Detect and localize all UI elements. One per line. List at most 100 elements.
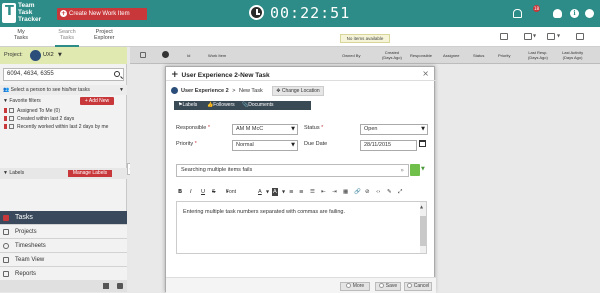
labels-action[interactable]: ⚑ Labels xyxy=(178,101,197,110)
tab-search-tasks[interactable]: Search Tasks xyxy=(55,29,79,47)
required-marker: * xyxy=(194,141,197,147)
task-subject-input[interactable]: Searching multiple items fails » xyxy=(176,164,409,177)
plus-icon: + xyxy=(60,9,67,17)
column-header[interactable]: Status xyxy=(473,53,484,58)
due-date-input[interactable]: 28/11/2015 xyxy=(360,140,417,151)
module-projects[interactable]: Projects xyxy=(0,225,127,239)
align-icon[interactable]: ☰ xyxy=(310,186,315,198)
column-header[interactable]: Created (Days Ago) xyxy=(382,50,402,60)
column-header[interactable]: Responsible xyxy=(410,53,432,58)
status-value: Open xyxy=(364,126,378,132)
tab-project-explorer[interactable]: Project Explorer xyxy=(94,29,114,41)
notes-icon[interactable] xyxy=(410,164,420,176)
module-tasks[interactable]: Tasks xyxy=(0,211,127,225)
change-location-button[interactable]: ✥ Change Location xyxy=(272,86,324,96)
module-team-view[interactable]: Team View xyxy=(0,253,127,267)
expand-icon[interactable]: » xyxy=(400,165,404,176)
cancel-button[interactable]: Cancel xyxy=(404,282,432,291)
editor-scrollbar[interactable] xyxy=(420,202,426,253)
indent-icon[interactable]: ⇥ xyxy=(332,186,337,198)
link-icon[interactable]: 🔗 xyxy=(354,186,361,198)
status-select[interactable]: Open xyxy=(360,124,428,135)
code-icon[interactable]: ‹› xyxy=(376,186,380,198)
editor-toolbar: B I U S Font Sizes ▾ A ▼ A ▼ ≡ ≡ ☰ ⇤ ⇥ ▦… xyxy=(176,186,426,207)
filter-item[interactable]: Assigned To Me (0) xyxy=(4,108,60,115)
chevron-down-icon[interactable]: ▼ xyxy=(557,34,560,38)
create-work-item-button[interactable]: + Create New Work Item xyxy=(57,8,147,20)
filter-item[interactable]: Recently worked within last 2 days by me xyxy=(4,124,108,131)
manage-labels-button[interactable]: Manage Labels xyxy=(68,170,112,177)
column-header[interactable]: Priority xyxy=(498,53,510,58)
tab-project-explorer-label: Project Explorer xyxy=(94,29,115,41)
module-timesheets[interactable]: Timesheets xyxy=(0,239,127,253)
document-icon[interactable] xyxy=(500,33,508,40)
responsible-select[interactable]: AM M McC xyxy=(232,124,298,135)
outdent-icon[interactable]: ⇤ xyxy=(321,186,326,198)
logo-mark-icon xyxy=(2,3,16,23)
bullet-list-icon[interactable]: ≡ xyxy=(289,186,294,198)
lightbulb-icon[interactable] xyxy=(553,9,562,18)
chevron-down-icon[interactable]: ▼ xyxy=(533,34,536,38)
info-icon[interactable] xyxy=(162,51,169,58)
back-icon[interactable] xyxy=(140,52,146,58)
chevron-down-icon[interactable]: ▼ xyxy=(58,52,62,58)
calendar-icon[interactable] xyxy=(419,140,426,147)
sidebar: Project: UX2 ▼ 6094, 4634, 6355 👥 Select… xyxy=(0,47,127,292)
save-button[interactable]: Save xyxy=(375,282,401,291)
underline-icon[interactable]: U xyxy=(201,186,205,198)
column-header[interactable]: Id xyxy=(187,53,190,58)
pin-icon xyxy=(4,124,7,130)
monitor-icon[interactable] xyxy=(547,33,555,40)
column-header[interactable]: Last Resp. (Days Ago) xyxy=(528,50,548,60)
app-logo[interactable]: Team Task Tracker xyxy=(2,2,44,25)
signal-icon[interactable] xyxy=(103,283,109,289)
rss-icon[interactable] xyxy=(117,283,123,289)
chevron-down-icon[interactable]: ▼ xyxy=(421,166,425,172)
priority-select[interactable]: Normal xyxy=(232,140,298,151)
font-size-dropdown[interactable]: Font Sizes ▾ xyxy=(226,186,238,207)
user-icon[interactable] xyxy=(585,9,594,18)
project-value: UX2 xyxy=(43,52,54,58)
column-header[interactable]: Assignee xyxy=(443,53,459,58)
more-button[interactable]: More xyxy=(340,282,370,291)
column-header[interactable]: Work Item xyxy=(208,53,226,58)
priority-label: Priority * xyxy=(176,141,197,147)
font-color-icon[interactable]: A xyxy=(258,186,262,198)
layout-icon[interactable] xyxy=(524,33,532,40)
numbered-list-icon[interactable]: ≡ xyxy=(299,186,304,198)
documents-action[interactable]: 📎 Documents & Screenshots xyxy=(242,101,276,126)
column-header[interactable]: Last Activity (Days Ago) xyxy=(562,50,583,60)
unlink-icon[interactable]: ⊘ xyxy=(365,186,370,198)
clock-icon[interactable] xyxy=(249,5,264,20)
responsible-label-text: Responsible xyxy=(176,125,207,131)
task-description-editor[interactable]: Entering multiple task numbers separated… xyxy=(176,201,427,254)
strikethrough-icon[interactable]: S xyxy=(212,186,216,198)
module-reports[interactable]: Reports xyxy=(0,267,127,281)
select-person-row[interactable]: 👥 Select a person to see his/her tasks ▼ xyxy=(0,85,127,95)
highlight-icon[interactable]: A xyxy=(272,188,278,196)
italic-icon[interactable]: I xyxy=(190,186,192,198)
fullscreen-icon[interactable]: ⤢ xyxy=(398,186,402,198)
layers-icon[interactable] xyxy=(576,33,584,40)
bell-icon[interactable] xyxy=(513,9,522,18)
project-logo-icon xyxy=(171,87,178,94)
close-icon[interactable]: × xyxy=(422,69,429,78)
source-icon[interactable]: ✎ xyxy=(387,186,392,198)
followers-action[interactable]: 👍 Followers xyxy=(207,101,235,110)
search-icon[interactable] xyxy=(114,71,120,77)
chevron-down-icon[interactable]: ▼ xyxy=(266,186,269,198)
breadcrumb-project[interactable]: User Experience 2 xyxy=(181,88,229,94)
filter-item[interactable]: Created within last 2 days xyxy=(4,116,74,123)
project-selector[interactable]: Project: UX2 ▼ xyxy=(0,47,127,64)
tab-my-tasks[interactable]: My Tasks xyxy=(14,29,28,41)
bold-icon[interactable]: B xyxy=(178,186,182,198)
new-task-dialog: + User Experience 2-New Task × User Exper… xyxy=(165,66,436,293)
column-header[interactable]: Owned By xyxy=(342,53,360,58)
table-icon[interactable]: ▦ xyxy=(343,186,348,198)
chevron-down-icon[interactable]: ▼ xyxy=(282,186,285,198)
info-icon[interactable]: i xyxy=(570,9,579,18)
scrollbar-thumb[interactable] xyxy=(420,216,426,246)
chevron-down-icon[interactable]: ▼ xyxy=(119,85,124,95)
add-new-filter-button[interactable]: + Add New xyxy=(80,97,114,105)
task-search-input[interactable]: 6094, 4634, 6355 xyxy=(3,68,124,81)
